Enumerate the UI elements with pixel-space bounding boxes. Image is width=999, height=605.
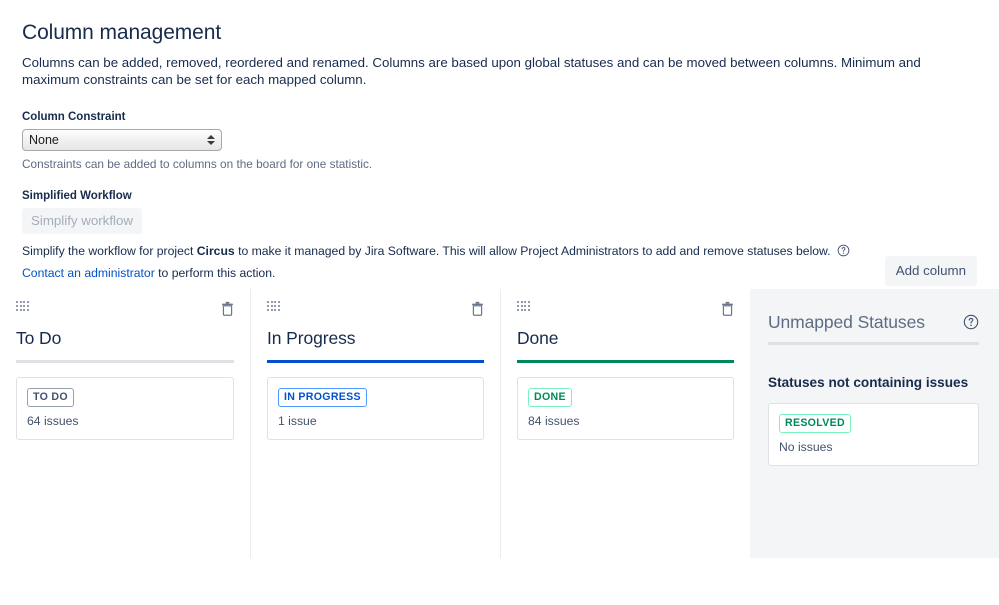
- trash-icon[interactable]: [721, 301, 734, 316]
- status-card[interactable]: RESOLVED No issues: [768, 403, 979, 466]
- add-column-row: Add column: [885, 256, 977, 286]
- column-constraint-field: Column Constraint None Constraints can b…: [22, 110, 977, 172]
- status-issue-count: 1 issue: [278, 413, 473, 429]
- page-intro-text: Columns can be added, removed, reordered…: [22, 54, 977, 88]
- board-column-to-do[interactable]: To Do TO DO 64 issues: [0, 289, 250, 558]
- sw-desc-part2: to make it managed by Jira Software. Thi…: [235, 244, 831, 258]
- sw-desc-part1: Simplify the workflow for project: [22, 244, 197, 258]
- status-card[interactable]: IN PROGRESS 1 issue: [267, 377, 484, 440]
- simplified-workflow-admin-line: Contact an administrator to perform this…: [22, 265, 977, 282]
- unmapped-statuses-header: Unmapped Statuses: [768, 311, 979, 333]
- unmapped-subheading: Statuses not containing issues: [768, 374, 979, 392]
- page-title: Column management: [22, 20, 977, 46]
- column-accent-rule: [517, 360, 734, 363]
- status-lozenge: RESOLVED: [779, 414, 851, 433]
- unmapped-statuses-panel: Unmapped Statuses Statuses not containin…: [750, 289, 999, 558]
- page-header: Column management Columns can be added, …: [0, 0, 999, 282]
- column-constraint-select[interactable]: None: [22, 129, 222, 151]
- simplified-workflow-label: Simplified Workflow: [22, 189, 977, 203]
- trash-icon[interactable]: [471, 301, 484, 316]
- simplified-workflow-description: Simplify the workflow for project Circus…: [22, 243, 977, 262]
- unmapped-divider: [768, 342, 979, 345]
- column-accent-rule: [16, 360, 234, 363]
- drag-handle-icon[interactable]: [517, 301, 530, 312]
- column-title[interactable]: Done: [517, 327, 734, 360]
- board-columns-region: To Do TO DO 64 issues: [0, 289, 999, 558]
- simplified-workflow-section: Simplified Workflow Simplify workflow Si…: [22, 189, 977, 282]
- drag-handle-icon[interactable]: [267, 301, 280, 312]
- column-constraint-helper-text: Constraints can be added to columns on t…: [22, 157, 977, 172]
- add-column-button[interactable]: Add column: [885, 256, 977, 286]
- column-toolbar: [16, 301, 234, 317]
- status-card[interactable]: TO DO 64 issues: [16, 377, 234, 440]
- status-issue-count: No issues: [779, 439, 968, 455]
- column-management-page: Column management Columns can be added, …: [0, 0, 999, 605]
- help-circle-icon[interactable]: [963, 314, 979, 330]
- contact-admin-suffix: to perform this action.: [155, 266, 276, 280]
- board-column-done[interactable]: Done DONE 84 issues: [500, 289, 750, 558]
- board-column-in-progress[interactable]: In Progress IN PROGRESS 1 issue: [250, 289, 500, 558]
- contact-administrator-link[interactable]: Contact an administrator: [22, 266, 155, 280]
- column-accent-rule: [267, 360, 484, 363]
- status-lozenge: TO DO: [27, 388, 74, 407]
- column-toolbar: [517, 301, 734, 317]
- status-lozenge: DONE: [528, 388, 572, 407]
- simplify-workflow-button[interactable]: Simplify workflow: [22, 208, 142, 234]
- status-card[interactable]: DONE 84 issues: [517, 377, 734, 440]
- column-toolbar: [267, 301, 484, 317]
- unmapped-statuses-title: Unmapped Statuses: [768, 311, 925, 333]
- column-title[interactable]: In Progress: [267, 327, 484, 360]
- column-title[interactable]: To Do: [16, 327, 234, 360]
- status-issue-count: 84 issues: [528, 413, 723, 429]
- trash-icon[interactable]: [221, 301, 234, 316]
- column-constraint-select-value[interactable]: None: [22, 129, 222, 151]
- column-constraint-label: Column Constraint: [22, 110, 977, 124]
- status-issue-count: 64 issues: [27, 413, 223, 429]
- drag-handle-icon[interactable]: [16, 301, 29, 312]
- status-lozenge: IN PROGRESS: [278, 388, 367, 407]
- help-circle-icon[interactable]: [837, 244, 850, 262]
- sw-project-name: Circus: [197, 244, 235, 258]
